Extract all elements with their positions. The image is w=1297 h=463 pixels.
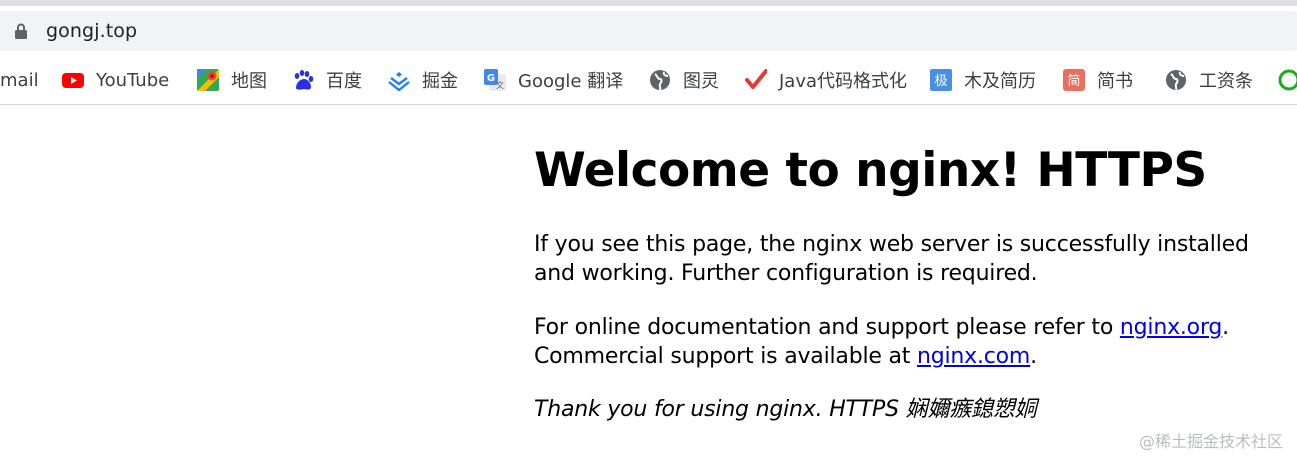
bookmark-maps[interactable]: 地图: [197, 56, 267, 104]
bookmark-gmail[interactable]: mail: [0, 56, 39, 104]
bookmark-label: Java代码格式化: [779, 71, 908, 92]
bookmark-java-formatter[interactable]: Java代码格式化: [745, 56, 907, 104]
page-title: Welcome to nginx! HTTPS: [534, 143, 1207, 198]
bookmarks-bar: mail YouTube 地图 百度 掘金 G 文 Google 翻译 图灵 J…: [0, 56, 1297, 105]
bookmark-mujijianli[interactable]: 极 木及简历: [930, 56, 1036, 104]
page-content: Welcome to nginx! HTTPS If you see this …: [534, 105, 1294, 422]
intro-paragraph: If you see this page, the nginx web serv…: [534, 232, 1249, 286]
wechat-icon: [1278, 69, 1297, 91]
bookmark-tuling[interactable]: 图灵: [649, 56, 719, 104]
url-text[interactable]: gongj.top: [46, 20, 137, 42]
baidu-icon: [292, 69, 314, 91]
address-bar[interactable]: [0, 11, 1297, 51]
bookmark-overflow[interactable]: [1278, 56, 1297, 104]
bookmark-label: YouTube: [96, 69, 170, 91]
bookmark-juejin[interactable]: 掘金: [388, 56, 458, 104]
bookmark-label: 图灵: [683, 71, 719, 92]
bookmark-label: 地图: [231, 71, 267, 92]
bookmark-label: 百度: [326, 71, 362, 92]
bookmark-youtube[interactable]: YouTube: [62, 56, 169, 104]
nginx-org-link[interactable]: nginx.org: [1120, 315, 1222, 340]
juejin-icon: [388, 69, 410, 92]
bookmark-jianshu[interactable]: 简 简书: [1063, 56, 1133, 104]
bookmark-label: 木及简历: [964, 71, 1036, 92]
bookmark-label: Google 翻译: [518, 71, 624, 92]
globe-icon: [649, 69, 671, 91]
bookmark-label: mail: [0, 69, 39, 91]
maps-icon: [197, 69, 219, 91]
checkmark-icon: [745, 69, 768, 91]
docs-period: .: [1222, 315, 1229, 340]
bookmark-google-translate[interactable]: G 文 Google 翻译: [484, 56, 623, 104]
docs-paragraph: For online documentation and support ple…: [534, 313, 1229, 371]
svg-text:文: 文: [496, 80, 504, 90]
bookmark-gongzitiao[interactable]: 工资条: [1165, 56, 1253, 104]
youtube-icon: [62, 69, 84, 91]
svg-text:G: G: [487, 73, 495, 84]
bookmark-label: 工资条: [1199, 71, 1253, 92]
toolbar: gongj.top: [0, 6, 1297, 56]
svg-text:极: 极: [934, 74, 947, 89]
watermark: @稀土掘金技术社区: [1138, 432, 1283, 451]
bookmark-baidu[interactable]: 百度: [292, 56, 362, 104]
globe-icon: [1165, 69, 1187, 91]
nginx-com-link[interactable]: nginx.com: [917, 344, 1030, 369]
bookmark-label: 掘金: [422, 71, 458, 92]
google-translate-icon: G 文: [484, 69, 506, 91]
docs-text: For online documentation and support ple…: [534, 315, 1120, 340]
bookmark-label: 简书: [1097, 71, 1133, 92]
commercial-text: Commercial support is available at: [534, 344, 917, 369]
svg-text:简: 简: [1067, 73, 1080, 89]
thanks-paragraph: Thank you for using nginx. HTTPS 娴嬭瘯鎴愬姛: [534, 397, 1037, 422]
jianshu-icon: 简: [1063, 69, 1085, 91]
commercial-period: .: [1030, 344, 1037, 369]
lock-icon[interactable]: [14, 23, 28, 39]
mujijianli-icon: 极: [930, 69, 952, 91]
